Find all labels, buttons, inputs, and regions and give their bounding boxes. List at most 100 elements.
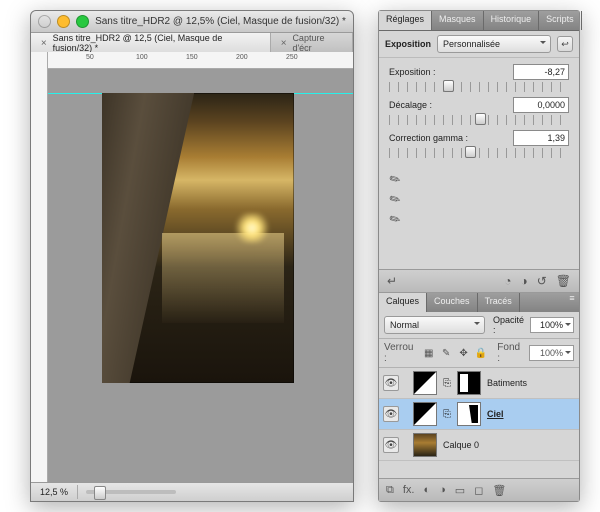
offset-slider[interactable] <box>389 115 569 125</box>
toggle-visibility-icon[interactable]: ◔ <box>504 274 511 288</box>
layer-name[interactable]: Ciel <box>485 409 504 419</box>
panel-menu-icon[interactable]: ≡ <box>582 11 587 30</box>
adjustment-thumb-icon[interactable] <box>413 402 437 426</box>
close-tab-icon[interactable]: × <box>279 38 289 48</box>
tab-reglages[interactable]: Réglages <box>379 11 432 30</box>
return-icon[interactable]: ↵ <box>387 274 397 288</box>
fx-icon[interactable]: fx. <box>403 484 415 496</box>
zoom-field[interactable]: 12,5 % <box>31 485 78 499</box>
panel-menu-icon[interactable]: ≡ <box>565 293 579 312</box>
mask-icon[interactable]: ◐ <box>423 484 430 496</box>
eyedropper-white-icon[interactable]: ✎ <box>386 208 405 227</box>
fill-input[interactable]: 100% <box>529 345 574 361</box>
lock-pixels-icon[interactable]: ✎ <box>440 347 452 360</box>
zoom-icon[interactable] <box>76 15 89 28</box>
lock-position-icon[interactable]: ✥ <box>457 347 469 360</box>
exposure-slider-thumb[interactable] <box>443 80 454 92</box>
close-tab-icon[interactable]: × <box>39 38 49 48</box>
adjustment-thumb-icon[interactable] <box>413 371 437 395</box>
visibility-toggle-icon[interactable]: 👁 <box>383 437 399 453</box>
gamma-label: Correction gamma : <box>389 133 513 143</box>
lock-transparent-icon[interactable]: ▦ <box>423 347 435 360</box>
new-layer-icon[interactable]: ◻ <box>474 484 483 497</box>
status-bar: 12,5 % <box>31 482 353 501</box>
minimize-icon[interactable] <box>57 15 70 28</box>
document-window: Sans titre_HDR2 @ 12,5% (Ciel, Masque de… <box>30 10 354 502</box>
ruler-vertical[interactable] <box>31 52 48 483</box>
zoom-slider[interactable] <box>86 490 176 494</box>
layers-footer: ⧉ fx. ◐ ◑ ▭ ◻ 🗑 <box>379 478 579 501</box>
visibility-toggle-icon[interactable]: 👁 <box>383 375 399 391</box>
document-tab-inactive[interactable]: × Capture d'écr <box>271 33 353 53</box>
trash-icon[interactable]: 🗑 <box>556 274 571 288</box>
layer-name[interactable]: Batiments <box>485 378 527 388</box>
preset-value: Personnalisée <box>443 39 500 49</box>
link-icon[interactable]: ⎘ <box>441 377 453 389</box>
exposure-slider[interactable] <box>389 82 569 92</box>
exposure-input[interactable]: -8,27 <box>513 64 569 80</box>
mask-thumb-icon[interactable] <box>457 402 481 426</box>
ruler-tick: 150 <box>186 54 198 61</box>
visibility-toggle-icon[interactable]: 👁 <box>383 406 399 422</box>
gamma-slider[interactable] <box>389 148 569 158</box>
canvas[interactable] <box>48 69 353 483</box>
layer-row[interactable]: 👁 Calque 0 <box>379 430 579 461</box>
adjustment-layer-icon[interactable]: ◑ <box>439 484 446 496</box>
gamma-slider-thumb[interactable] <box>465 146 476 158</box>
layer-row[interactable]: 👁 ⎘ Ciel <box>379 399 579 430</box>
link-layers-icon[interactable]: ⧉ <box>386 484 394 497</box>
reset-icon[interactable]: ↺ <box>537 274 547 288</box>
zoom-slider-thumb[interactable] <box>94 486 106 500</box>
tab-couches[interactable]: Couches <box>427 293 478 312</box>
window-title: Sans titre_HDR2 @ 12,5% (Ciel, Masque de… <box>95 16 346 27</box>
gamma-input[interactable]: 1,39 <box>513 130 569 146</box>
adjustments-footer: ↵ ◔ ◑ ↺ 🗑 <box>379 269 579 293</box>
group-icon[interactable]: ▭ <box>455 484 465 497</box>
offset-input[interactable]: 0,0000 <box>513 97 569 113</box>
layers-tabs: Calques Couches Tracés ≡ <box>379 293 579 312</box>
ruler-horizontal[interactable]: 50 100 150 200 250 <box>48 52 353 69</box>
lock-all-icon[interactable]: 🔒 <box>475 347 487 360</box>
ruler-tick: 250 <box>286 54 298 61</box>
eyedropper-gray-icon[interactable]: ✎ <box>386 188 405 207</box>
panels: Réglages Masques Historique Scripts ≡ Ex… <box>378 10 580 502</box>
close-icon[interactable] <box>38 15 51 28</box>
tab-scripts[interactable]: Scripts <box>539 11 582 30</box>
exposure-label: Exposition : <box>389 67 513 77</box>
tab-calques[interactable]: Calques <box>379 293 427 312</box>
eyedropper-black-icon[interactable]: ✎ <box>386 168 405 187</box>
document-tabs: × Sans titre_HDR2 @ 12,5 (Ciel, Masque d… <box>31 33 353 54</box>
tab-masques[interactable]: Masques <box>432 11 484 30</box>
adjustments-tabs: Réglages Masques Historique Scripts ≡ <box>379 11 579 31</box>
image-preview[interactable] <box>102 93 294 383</box>
back-to-list-button[interactable]: ↩ <box>557 36 573 52</box>
layer-thumb-icon[interactable] <box>413 433 437 457</box>
tab-label: Sans titre_HDR2 @ 12,5 (Ciel, Masque de … <box>53 33 262 53</box>
trash-icon[interactable]: 🗑 <box>492 484 506 497</box>
mask-thumb-icon[interactable] <box>457 371 481 395</box>
adjustment-header: Exposition Personnalisée ↩ <box>379 31 579 57</box>
layer-options: Normal Opacité : 100% <box>379 312 579 339</box>
layer-name[interactable]: Calque 0 <box>441 440 479 450</box>
layer-row[interactable]: 👁 ⎘ Batiments <box>379 368 579 399</box>
tab-historique[interactable]: Historique <box>484 11 540 30</box>
opacity-input[interactable]: 100% <box>530 317 574 333</box>
preset-select[interactable]: Personnalisée <box>437 35 551 53</box>
fill-label: Fond : <box>497 342 524 364</box>
tab-label: Capture d'écr <box>292 33 344 53</box>
ruler-tick: 50 <box>86 54 94 61</box>
ruler-tick: 200 <box>236 54 248 61</box>
opacity-label: Opacité : <box>493 315 526 335</box>
document-tab-active[interactable]: × Sans titre_HDR2 @ 12,5 (Ciel, Masque d… <box>31 33 271 53</box>
link-icon[interactable]: ⎘ <box>441 408 453 420</box>
tab-traces[interactable]: Tracés <box>478 293 520 312</box>
exposure-controls: Exposition :-8,27 Décalage :0,0000 Corre… <box>379 57 579 163</box>
adjustment-title: Exposition <box>385 39 431 49</box>
view-previous-icon[interactable]: ◑ <box>520 274 527 288</box>
titlebar[interactable]: Sans titre_HDR2 @ 12,5% (Ciel, Masque de… <box>31 11 353 33</box>
blend-mode-select[interactable]: Normal <box>384 316 485 334</box>
lock-row: Verrou : ▦ ✎ ✥ 🔒 Fond : 100% <box>379 339 579 368</box>
lock-label: Verrou : <box>384 342 418 364</box>
offset-slider-thumb[interactable] <box>475 113 486 125</box>
offset-label: Décalage : <box>389 100 513 110</box>
